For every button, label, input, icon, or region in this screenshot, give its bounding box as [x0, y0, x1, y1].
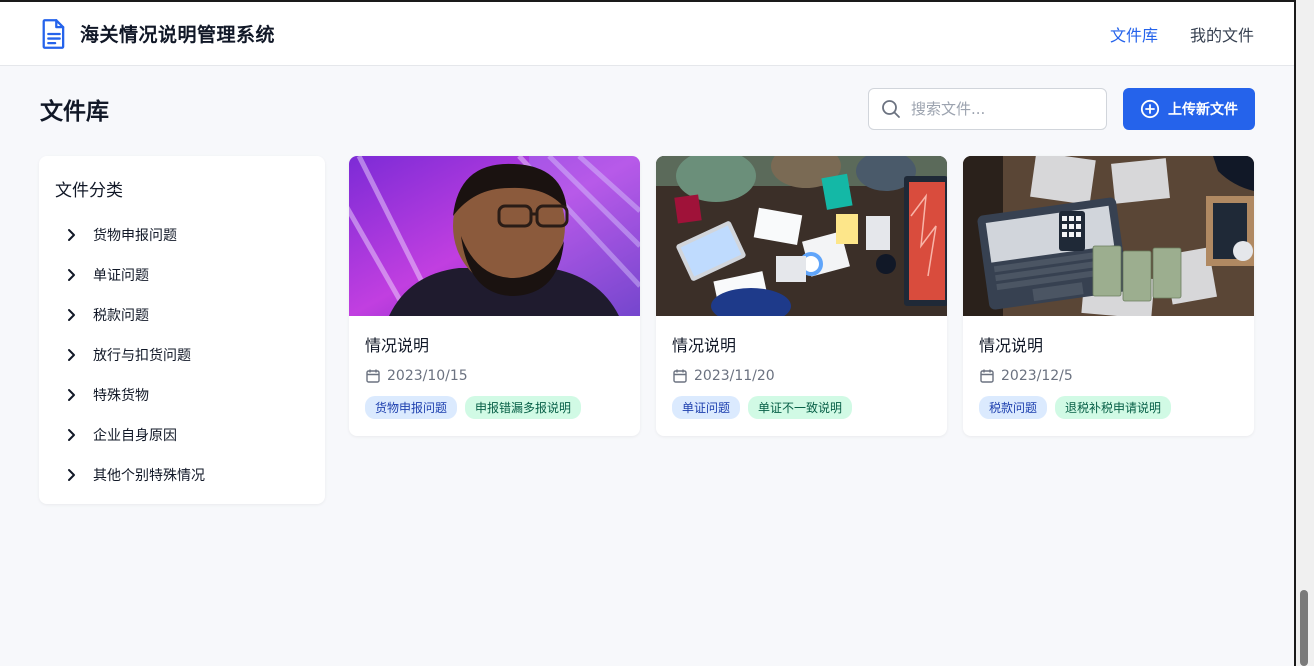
category-label: 放行与扣货问题	[93, 348, 191, 364]
subcategory-tag[interactable]: 退税补税申请说明	[1055, 396, 1172, 419]
chevron-right-icon	[68, 389, 75, 401]
nav-library-link[interactable]: 文件库	[1110, 22, 1158, 46]
top-nav: 文件库 我的文件	[1110, 22, 1254, 46]
scrollbar-thumb[interactable]	[1300, 590, 1308, 666]
file-date-text: 2023/11/20	[694, 368, 775, 384]
page-title: 文件库	[40, 99, 109, 125]
top-header: 海关情况说明管理系统 文件库 我的文件	[0, 2, 1294, 66]
category-label: 货物申报问题	[93, 228, 177, 244]
file-tags: 税款问题 退税补税申请说明	[979, 396, 1238, 419]
document-icon	[42, 18, 65, 49]
search-input[interactable]	[911, 100, 1091, 118]
category-item-special-goods[interactable]: 特殊货物	[55, 375, 309, 415]
file-tags: 单证问题 单证不一致说明	[672, 396, 931, 419]
app-root: 海关情况说明管理系统 文件库 我的文件 文件库 上传新文件 文件分类 货物申报问…	[0, 2, 1294, 666]
search-box[interactable]	[868, 88, 1107, 130]
search-icon	[882, 100, 900, 118]
file-card-grid: 情况说明 2023/10/15 货物申报问题 申报错漏多报说明 情况说明 202…	[349, 156, 1254, 436]
file-card[interactable]: 情况说明 2023/10/15 货物申报问题 申报错漏多报说明	[349, 156, 640, 436]
nav-my-files-link[interactable]: 我的文件	[1190, 22, 1254, 46]
category-label: 其他个别特殊情况	[93, 468, 205, 484]
category-label: 税款问题	[93, 308, 149, 324]
file-date-text: 2023/10/15	[387, 368, 468, 384]
category-item-enterprise-reasons[interactable]: 企业自身原因	[55, 415, 309, 455]
file-date: 2023/10/15	[365, 368, 624, 384]
file-title: 情况说明	[365, 336, 430, 355]
file-card[interactable]: 情况说明 2023/12/5 税款问题 退税补税申请说明	[963, 156, 1254, 436]
calendar-icon	[366, 369, 380, 383]
calendar-icon	[673, 369, 687, 383]
chevron-right-icon	[68, 309, 75, 321]
calendar-icon	[980, 369, 994, 383]
subcategory-tag[interactable]: 单证不一致说明	[748, 396, 853, 419]
finance-desk-photo-image	[963, 156, 1254, 316]
category-item-release-detention[interactable]: 放行与扣货问题	[55, 335, 309, 375]
portrait-photo-image	[349, 156, 640, 316]
page-header: 文件库 上传新文件	[40, 88, 1255, 130]
category-sidebar: 文件分类 货物申报问题 单证问题 税款问题 放行与扣货问题 特殊货物 企业自身原…	[39, 156, 325, 504]
file-thumbnail	[963, 156, 1254, 316]
category-tag[interactable]: 单证问题	[672, 396, 741, 419]
plus-circle-icon	[1140, 99, 1160, 119]
brand: 海关情况说明管理系统	[40, 18, 275, 50]
file-card[interactable]: 情况说明 2023/11/20 单证问题 单证不一致说明	[656, 156, 947, 436]
chevron-right-icon	[68, 269, 75, 281]
category-label: 企业自身原因	[93, 428, 177, 444]
chevron-right-icon	[68, 229, 75, 241]
category-item-other-special[interactable]: 其他个别特殊情况	[55, 455, 309, 495]
file-tags: 货物申报问题 申报错漏多报说明	[365, 396, 624, 419]
subcategory-tag[interactable]: 申报错漏多报说明	[465, 396, 582, 419]
upload-new-file-button[interactable]: 上传新文件	[1123, 88, 1255, 130]
chevron-right-icon	[68, 429, 75, 441]
file-thumbnail	[656, 156, 947, 316]
category-item-documents[interactable]: 单证问题	[55, 255, 309, 295]
file-title: 情况说明	[979, 336, 1044, 355]
office-desk-photo-image	[656, 156, 947, 316]
category-label: 特殊货物	[93, 388, 149, 404]
category-label: 单证问题	[93, 268, 149, 284]
chevron-right-icon	[68, 349, 75, 361]
category-tag[interactable]: 货物申报问题	[365, 396, 458, 419]
category-tag[interactable]: 税款问题	[979, 396, 1048, 419]
file-date-text: 2023/12/5	[1001, 368, 1073, 384]
file-thumbnail	[349, 156, 640, 316]
chevron-right-icon	[68, 469, 75, 481]
sidebar-title: 文件分类	[55, 181, 123, 201]
file-title: 情况说明	[672, 336, 737, 355]
category-item-taxes[interactable]: 税款问题	[55, 295, 309, 335]
category-item-goods-declaration[interactable]: 货物申报问题	[55, 215, 309, 255]
app-title: 海关情况说明管理系统	[80, 24, 276, 46]
file-date: 2023/11/20	[672, 368, 931, 384]
upload-button-label: 上传新文件	[1168, 102, 1238, 118]
page-scrollbar[interactable]	[1294, 0, 1314, 666]
file-date: 2023/12/5	[979, 368, 1238, 384]
